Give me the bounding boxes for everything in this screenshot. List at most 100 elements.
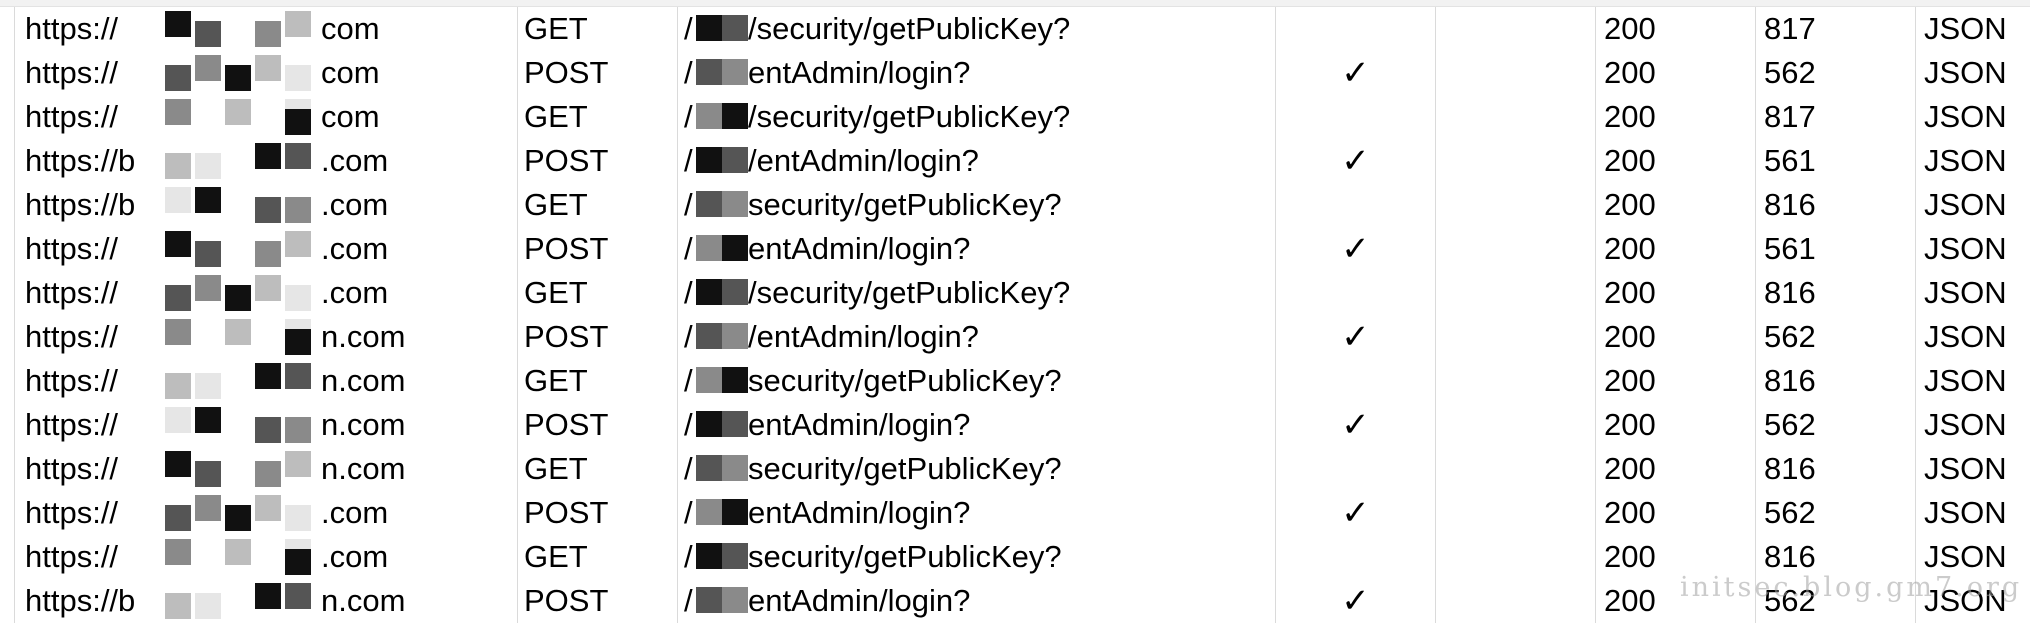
path-prefix: / xyxy=(684,583,693,618)
path-cell: / /entAdmin/login? xyxy=(678,315,1276,359)
table-row[interactable]: https:// com GET / /security/getPublicKe… xyxy=(0,95,2030,139)
size-cell: 562 xyxy=(1756,51,1916,95)
path-cell: / /entAdmin/login? xyxy=(678,139,1276,183)
method-cell: GET xyxy=(518,183,678,227)
redacted-host xyxy=(165,319,325,355)
redacted-host xyxy=(165,231,325,267)
table-row[interactable]: https:// .com GET / /security/getPublicK… xyxy=(0,271,2030,315)
table-row[interactable]: https://b .com GET / security/getPublicK… xyxy=(0,183,2030,227)
redaction-block xyxy=(225,285,251,311)
redaction-block xyxy=(722,235,748,261)
redaction-block xyxy=(195,187,221,213)
table-row[interactable]: https:// n.com GET / security/getPublicK… xyxy=(0,447,2030,491)
path-prefix: / xyxy=(684,231,693,266)
path-prefix: / xyxy=(684,99,693,134)
host-suffix: com xyxy=(321,99,380,134)
checkmark-icon xyxy=(1276,95,1436,139)
path-cell: / entAdmin/login? xyxy=(678,579,1276,623)
type-cell: JSON xyxy=(1924,275,2007,310)
table-row[interactable]: https://b .com POST / /entAdmin/login? ✓… xyxy=(0,139,2030,183)
checkmark-icon xyxy=(1276,271,1436,315)
redacted-host xyxy=(165,407,325,443)
redaction-block xyxy=(165,65,191,91)
host-cell: https:// n.com xyxy=(14,315,518,359)
redaction-block xyxy=(165,407,191,433)
empty-cell xyxy=(1436,315,1596,359)
path-prefix: / xyxy=(684,363,693,398)
redacted-path xyxy=(696,187,750,223)
path-cell: / entAdmin/login? xyxy=(678,51,1276,95)
redaction-block xyxy=(255,495,281,521)
status-code-cell: 200 xyxy=(1596,183,1756,227)
size-cell: 561 xyxy=(1756,227,1916,271)
redaction-block xyxy=(722,587,748,613)
status-code-cell: 200 xyxy=(1596,51,1756,95)
method-cell: POST xyxy=(518,579,678,623)
type-cell: JSON xyxy=(1924,143,2007,178)
path-text: /security/getPublicKey? xyxy=(748,99,1071,134)
redaction-block xyxy=(285,143,311,169)
redaction-block xyxy=(165,99,191,125)
host-prefix: https:// xyxy=(25,11,119,46)
host-cell: https:// n.com xyxy=(14,403,518,447)
redaction-block xyxy=(696,235,722,261)
method-cell: GET xyxy=(518,7,678,51)
redacted-host xyxy=(165,55,325,91)
method-cell: GET xyxy=(518,359,678,403)
host-suffix: n.com xyxy=(321,407,406,442)
redaction-block xyxy=(255,417,281,443)
method-cell: POST xyxy=(518,403,678,447)
host-prefix: https:// xyxy=(25,231,119,266)
path-cell: / security/getPublicKey? xyxy=(678,535,1276,579)
request-table: https:// com GET / /security/getPublicKe… xyxy=(0,7,2030,623)
host-prefix: https://b xyxy=(25,583,136,618)
table-row[interactable]: https:// n.com GET / security/getPublicK… xyxy=(0,359,2030,403)
host-suffix: .com xyxy=(321,275,389,310)
redaction-block xyxy=(195,373,221,399)
redacted-path xyxy=(696,451,750,487)
redaction-block xyxy=(165,231,191,257)
redacted-path xyxy=(696,11,750,47)
table-row[interactable]: https:// n.com POST / /entAdmin/login? ✓… xyxy=(0,315,2030,359)
checkmark-icon xyxy=(1276,183,1436,227)
empty-cell xyxy=(1436,535,1596,579)
status-code-cell: 200 xyxy=(1596,7,1756,51)
path-text: security/getPublicKey? xyxy=(748,451,1062,486)
table-row[interactable]: https:// .com POST / entAdmin/login? ✓ 2… xyxy=(0,227,2030,271)
host-cell: https:// .com xyxy=(14,271,518,315)
redaction-block xyxy=(165,153,191,179)
redaction-block xyxy=(722,499,748,525)
redaction-block xyxy=(285,329,311,355)
redaction-block xyxy=(696,367,722,393)
redaction-block xyxy=(165,285,191,311)
redaction-block xyxy=(195,55,221,81)
path-cell: / /security/getPublicKey? xyxy=(678,95,1276,139)
redacted-host xyxy=(165,539,325,575)
type-cell: JSON xyxy=(1924,231,2007,266)
table-row[interactable]: https:// com POST / entAdmin/login? ✓ 20… xyxy=(0,51,2030,95)
redaction-block xyxy=(285,109,311,135)
table-row[interactable]: https:// com GET / /security/getPublicKe… xyxy=(0,7,2030,51)
path-prefix: / xyxy=(684,187,693,222)
host-cell: https:// n.com xyxy=(14,447,518,491)
status-code-cell: 200 xyxy=(1596,491,1756,535)
host-prefix: https:// xyxy=(25,407,119,442)
redaction-block xyxy=(195,495,221,521)
table-row[interactable]: https:// .com POST / entAdmin/login? ✓ 2… xyxy=(0,491,2030,535)
path-cell: / security/getPublicKey? xyxy=(678,183,1276,227)
path-text: /security/getPublicKey? xyxy=(748,11,1071,46)
redaction-block xyxy=(696,455,722,481)
redaction-block xyxy=(696,279,722,305)
host-cell: https:// .com xyxy=(14,491,518,535)
size-cell: 816 xyxy=(1756,183,1916,227)
size-cell: 562 xyxy=(1756,403,1916,447)
type-cell: JSON xyxy=(1924,55,2007,90)
redacted-path xyxy=(696,143,750,179)
host-suffix: .com xyxy=(321,187,389,222)
redacted-path xyxy=(696,363,750,399)
type-cell: JSON xyxy=(1924,319,2007,354)
redaction-block xyxy=(696,103,722,129)
table-row[interactable]: https:// n.com POST / entAdmin/login? ✓ … xyxy=(0,403,2030,447)
size-cell: 562 xyxy=(1756,315,1916,359)
size-cell: 816 xyxy=(1756,359,1916,403)
